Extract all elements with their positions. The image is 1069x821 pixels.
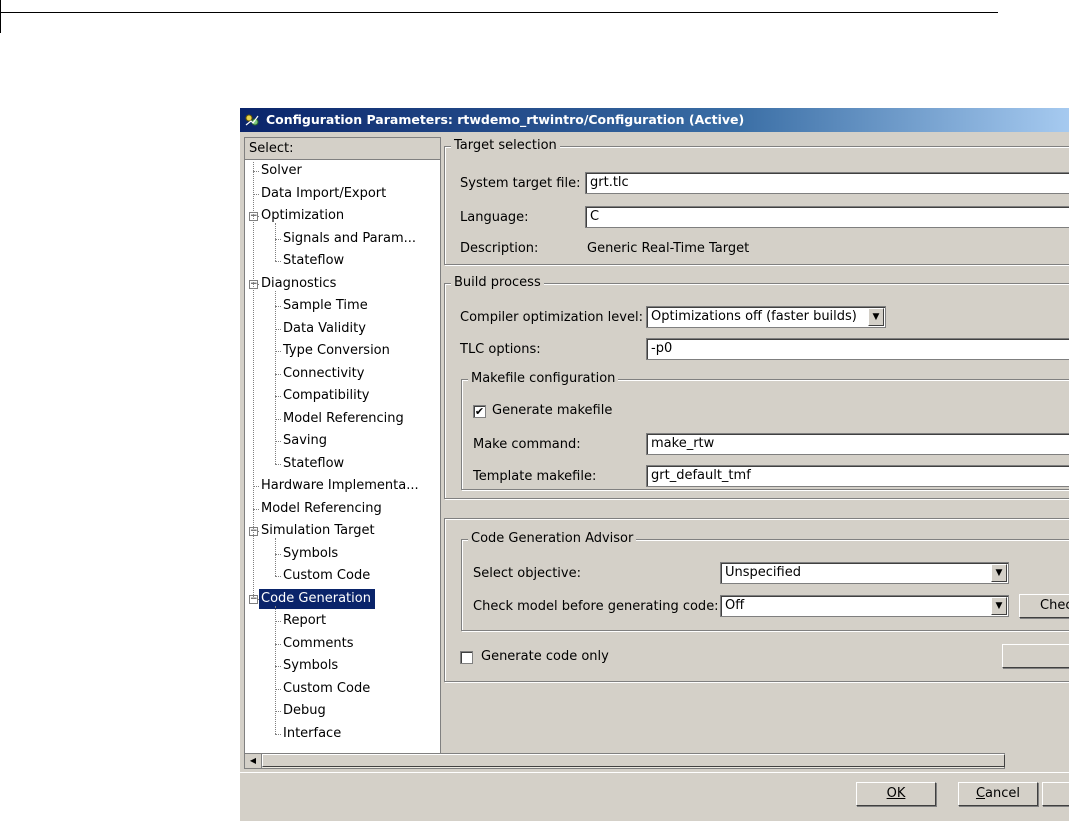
tree-trunk (253, 162, 254, 599)
cancel-button[interactable]: Cancel (958, 782, 1038, 806)
check-model-button[interactable]: Chec (1019, 594, 1069, 618)
description-value: Generic Real-Time Target (587, 241, 750, 256)
tree-branch (275, 290, 276, 464)
tlc-options-label: TLC options: (460, 342, 541, 357)
chevron-down-icon[interactable]: ▼ (991, 597, 1007, 615)
description-label: Description: (460, 241, 539, 256)
tree-horizontal-scrollbar[interactable]: ◀ (244, 753, 1005, 769)
select-header: Select: (245, 138, 440, 160)
tlc-options-field[interactable]: -p0 (646, 338, 1069, 360)
simulink-config-icon (245, 114, 259, 126)
tree-item[interactable]: Report (281, 611, 330, 631)
language-value: C (590, 209, 600, 224)
tree-item[interactable]: Type Conversion (281, 341, 394, 361)
tree-item[interactable]: Compatibility (281, 386, 374, 406)
system-target-file-label: System target file: (460, 176, 581, 191)
template-makefile-label: Template makefile: (473, 469, 597, 484)
tree-item[interactable]: Diagnostics (259, 274, 340, 294)
chevron-down-icon[interactable]: ▼ (868, 308, 884, 326)
select-objective-label: Select objective: (473, 566, 581, 581)
tree-item[interactable]: Model Referencing (259, 499, 386, 519)
tree-item[interactable]: Code Generation (259, 588, 375, 609)
tree-item[interactable]: Saving (281, 431, 331, 451)
tree-connector (275, 733, 281, 735)
ok-button[interactable]: OK (856, 782, 936, 806)
check-model-label: Check model before generating code: (473, 599, 719, 614)
compiler-optimization-value: Optimizations off (faster builds) (651, 309, 857, 324)
system-target-file-field[interactable]: grt.tlc (585, 172, 1069, 194)
build-button[interactable] (1002, 644, 1069, 668)
tree-item[interactable]: Simulation Target (259, 521, 379, 541)
chevron-down-icon[interactable]: ▼ (991, 564, 1007, 582)
tree-connector (275, 261, 281, 262)
tree-branch (275, 538, 276, 576)
language-label: Language: (460, 210, 529, 225)
tree-item[interactable]: Custom Code (281, 679, 374, 699)
makefile-configuration-legend: Makefile configuration (468, 371, 619, 387)
generate-code-only-label[interactable]: Generate code only (481, 648, 609, 666)
tree-item[interactable]: Data Import/Export (259, 184, 390, 204)
ok-button-label: OK (886, 786, 906, 801)
compiler-optimization-select[interactable]: Optimizations off (faster builds) ▼ (646, 306, 886, 328)
tree-item[interactable]: Symbols (281, 544, 342, 564)
make-command-field[interactable]: make_rtw (646, 433, 1069, 455)
compiler-optimization-label: Compiler optimization level: (460, 310, 643, 325)
tree-item[interactable]: Optimization (259, 206, 348, 226)
check-model-select[interactable]: Off ▼ (720, 595, 1009, 617)
tree-connector (275, 576, 281, 577)
tree-item[interactable]: Sample Time (281, 296, 372, 316)
tree-item[interactable]: Hardware Implementa... (259, 476, 423, 496)
tree-item[interactable]: Interface (281, 724, 345, 744)
generate-code-only-checkbox[interactable] (460, 651, 473, 664)
tree-item[interactable]: Debug (281, 701, 330, 721)
select-objective-select[interactable]: Unspecified ▼ (720, 562, 1009, 584)
tree-connector (275, 463, 281, 465)
tree-item[interactable]: Signals and Param... (281, 229, 420, 249)
check-model-value: Off (725, 598, 745, 613)
tree-item[interactable]: Stateflow (281, 251, 348, 271)
tree-item[interactable]: Symbols (281, 656, 342, 676)
page-tick (0, 0, 1, 33)
build-process-legend: Build process (451, 275, 544, 291)
target-selection-legend: Target selection (451, 138, 560, 154)
tree-item[interactable]: Model Referencing (281, 409, 408, 429)
language-select[interactable]: C (585, 206, 1069, 228)
page-rule (0, 12, 998, 13)
title-bar[interactable]: Configuration Parameters: rtwdemo_rtwint… (240, 108, 1069, 132)
category-tree-pane[interactable]: Select: Solver Data Import/Export Optimiza… (244, 137, 441, 755)
generate-makefile-checkbox[interactable]: ✔ (473, 405, 486, 418)
scrollbar-thumb[interactable] (262, 754, 1005, 767)
tree-branch (275, 605, 276, 734)
tree-branch (275, 223, 276, 261)
scroll-left-icon[interactable]: ◀ (245, 754, 262, 768)
tree-item[interactable]: Data Validity (281, 319, 370, 339)
generate-makefile-label[interactable]: Generate makefile (492, 402, 612, 420)
checkmark-icon: ✔ (474, 405, 485, 418)
window-title: Configuration Parameters: rtwdemo_rtwint… (266, 112, 745, 127)
tree-item[interactable]: Stateflow (281, 454, 348, 474)
code-generation-advisor-group: Code Generation Advisor (461, 531, 1069, 631)
select-objective-value: Unspecified (725, 565, 801, 580)
tree-item[interactable]: Solver (259, 161, 306, 181)
make-command-label: Make command: (473, 437, 581, 452)
code-generation-advisor-legend: Code Generation Advisor (468, 531, 637, 547)
tree-item[interactable]: Connectivity (281, 364, 368, 384)
template-makefile-field[interactable]: grt_default_tmf (646, 465, 1069, 487)
configuration-dialog: Configuration Parameters: rtwdemo_rtwint… (240, 108, 1069, 821)
help-button[interactable] (1042, 782, 1069, 806)
tree-item[interactable]: Comments (281, 634, 357, 654)
tree-item[interactable]: Custom Code (281, 566, 374, 586)
cancel-button-label: Cancel (975, 786, 1021, 801)
dialog-button-bar (240, 772, 1069, 821)
